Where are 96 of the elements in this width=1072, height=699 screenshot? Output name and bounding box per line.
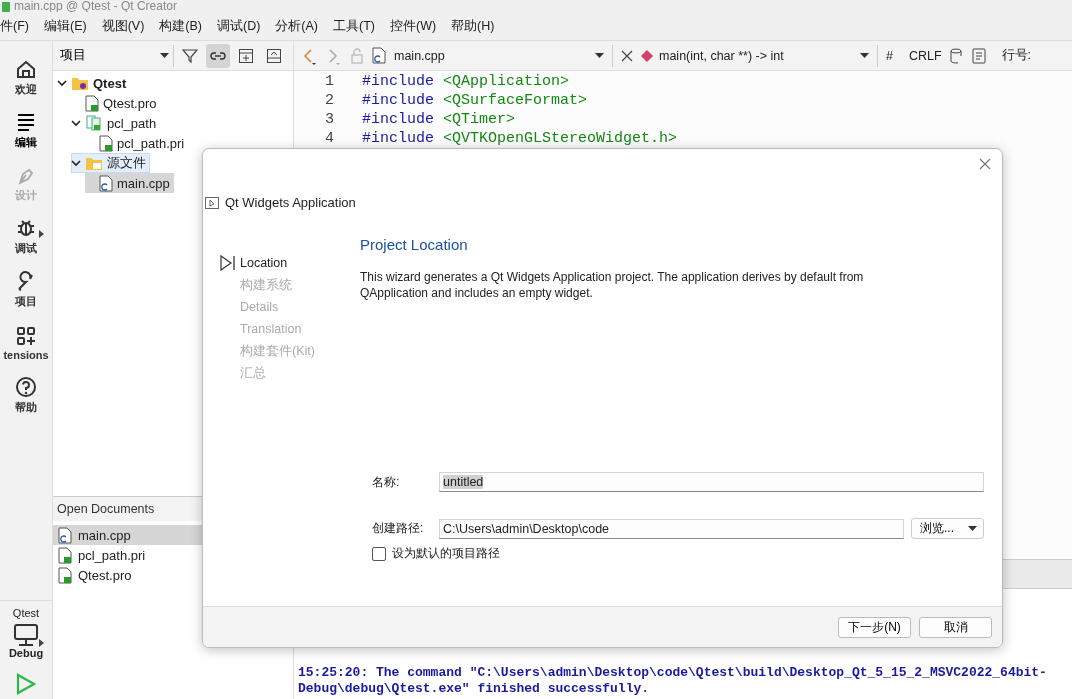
step-pointer-icon — [220, 255, 236, 271]
bug-icon — [15, 217, 37, 239]
wizard-step: 构建系统 — [220, 274, 360, 296]
menu-item[interactable]: 分析(A) — [275, 17, 318, 35]
back-icon[interactable] — [302, 46, 318, 65]
checkbox[interactable] — [372, 546, 386, 561]
file-icon — [58, 546, 72, 564]
triangle-icon — [39, 639, 44, 647]
caret-icon — [968, 525, 977, 532]
line-ending-label[interactable]: CRLF — [908, 48, 942, 63]
menu-item[interactable]: 视图(V) — [101, 17, 145, 35]
checkbox-label: 设为默认的项目路径 — [392, 545, 500, 562]
code-line: #include <QVTKOpenGLStereoWidget.h> — [362, 130, 678, 147]
collapse-icon[interactable] — [266, 47, 282, 64]
project-label: Qtest — [12, 607, 40, 619]
symbol-selector[interactable]: main(int, char **) -> int — [641, 44, 878, 67]
folder-icon — [85, 155, 103, 171]
dialog-button[interactable]: 取消 — [919, 616, 992, 638]
dialog-button[interactable]: 下一步(N) — [838, 616, 911, 638]
edit-icon — [15, 111, 37, 133]
caret-icon — [595, 52, 604, 59]
hash-label[interactable]: # — [886, 48, 893, 63]
page-heading: Project Location — [360, 236, 469, 253]
wizard-step: Location — [220, 252, 360, 274]
tree-item[interactable]: 源文件 — [71, 153, 150, 173]
menu-item[interactable]: 控件(W) — [390, 17, 437, 35]
caret-icon — [160, 52, 169, 59]
wizard-step: 构建套件(Kit) — [220, 340, 360, 362]
dialog-title: Qt Widgets Application — [225, 195, 356, 210]
window-title: main.cpp @ Qtest - Qt Creator — [14, 0, 177, 12]
document-item[interactable]: pcl_path.pri — [53, 545, 293, 565]
files-icon — [85, 115, 103, 131]
extensions-icon — [15, 324, 37, 347]
path-field[interactable]: C:\Users\admin\Desktop\code — [439, 518, 904, 539]
home-icon — [15, 58, 37, 80]
chevron-down-icon[interactable] — [57, 78, 67, 88]
file-icon — [58, 526, 72, 544]
code-line: #include <QSurfaceFormat> — [362, 92, 588, 109]
tree-item[interactable]: pcl_path — [71, 113, 161, 133]
menu-item[interactable]: 编辑(E) — [43, 17, 87, 35]
mode-button[interactable]: 编辑 — [0, 104, 52, 157]
field-label: 名称: — [372, 473, 401, 491]
line-label: 行号: — [1001, 47, 1032, 64]
chevron-down-icon[interactable] — [71, 158, 81, 168]
browse-button[interactable]: 浏览... — [911, 518, 984, 539]
code-line: #include <QApplication> — [362, 73, 570, 90]
file-icon — [99, 174, 113, 192]
document-item[interactable]: Qtest.pro — [53, 565, 293, 585]
chevron-down-icon[interactable] — [71, 118, 81, 128]
field-label: 创建路径: — [372, 520, 425, 537]
line-number: 4 — [324, 130, 334, 147]
mode-button[interactable]: 欢迎 — [0, 51, 52, 104]
output-line: Debug\debug\Qtest.exe" finished successfully. — [298, 681, 651, 697]
wizard-step: Details — [220, 296, 360, 318]
name-field[interactable]: untitled — [439, 472, 984, 492]
description-text: This wizard generates a Qt Widgets Application project. The application derives by default from QApplication and includes an empty widget. — [360, 269, 865, 301]
diamond-icon — [641, 49, 653, 62]
tree-item[interactable]: Qtest — [57, 73, 131, 93]
code-line: #include <QTimer> — [362, 111, 516, 128]
line-number: 1 — [324, 73, 334, 90]
folder-icon — [71, 75, 89, 91]
close-icon[interactable] — [621, 49, 633, 62]
file-icon — [85, 94, 99, 112]
config-label: Debug — [8, 647, 44, 659]
split-add-icon[interactable] — [238, 47, 254, 64]
database-icon[interactable] — [949, 47, 964, 64]
file-selector[interactable]: main.cpp — [394, 44, 613, 67]
wizard-step: 汇总 — [220, 362, 360, 384]
menu-item[interactable]: 工具(T) — [333, 17, 375, 35]
app-icon — [2, 2, 10, 12]
mode-button[interactable]: 调试 — [0, 210, 52, 263]
output-line: 15:25:20: The command "C:\Users\admin\Desktop\code\Qtest\build\Desktop_Qt_5_15_2_MSVC2022_64bit- — [298, 665, 1048, 681]
triangle-icon — [39, 230, 44, 238]
menu-item[interactable]: 构建(B) — [159, 17, 202, 35]
file-icon — [372, 47, 386, 64]
file-icon — [99, 134, 113, 152]
menu-item[interactable]: 件(F) — [0, 17, 29, 35]
menu-item[interactable]: 调试(D) — [217, 17, 261, 35]
tree-item[interactable]: main.cpp — [85, 173, 174, 193]
mode-button[interactable]: 项目 — [0, 263, 52, 316]
window-icon — [205, 196, 219, 209]
caret-icon — [860, 52, 869, 59]
monitor-icon[interactable] — [13, 623, 39, 647]
file-icon — [58, 566, 72, 584]
line-number: 3 — [324, 111, 334, 128]
tree-item[interactable]: Qtest.pro — [71, 93, 161, 113]
close-icon[interactable] — [978, 157, 992, 171]
filter-icon[interactable] — [182, 47, 198, 64]
menu-item[interactable]: 帮助(H) — [451, 17, 495, 35]
wizard-step: Translation — [220, 318, 360, 340]
mode-button[interactable]: tensions — [0, 316, 52, 369]
mode-button[interactable]: 帮助 — [0, 369, 52, 422]
tree-item[interactable]: pcl_path.pri — [85, 133, 189, 153]
help-icon — [15, 376, 37, 398]
link-icon[interactable] — [210, 49, 226, 62]
line-number: 2 — [324, 92, 334, 109]
